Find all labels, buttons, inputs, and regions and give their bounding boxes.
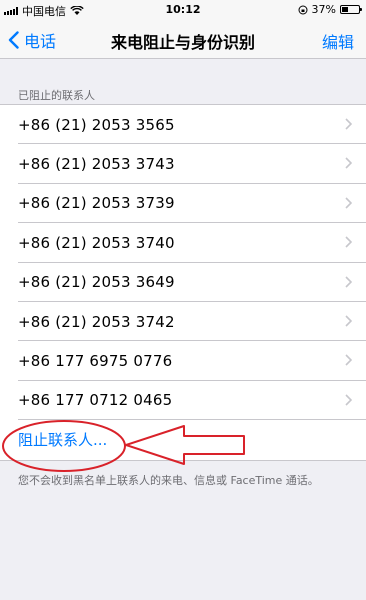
page-title: 来电阻止与身份识别 bbox=[110, 33, 255, 52]
contact-number: +86 (21) 2053 3740 bbox=[18, 233, 175, 252]
chevron-right-icon bbox=[345, 157, 352, 169]
chevron-right-icon bbox=[345, 275, 352, 288]
blocked-contacts-list: +86 (21) 2053 3565 +86 (21) 2053 3743 +8… bbox=[0, 104, 366, 461]
contact-number: +86 (21) 2053 3739 bbox=[18, 194, 175, 213]
contact-number: +86 (21) 2053 3649 bbox=[18, 273, 175, 292]
block-contact-button[interactable]: 阻止联系人... bbox=[18, 429, 107, 450]
contact-row[interactable]: +86 (21) 2053 3649 bbox=[0, 263, 366, 302]
navigation-bar: 电话 来电阻止与身份识别 编辑 bbox=[0, 20, 366, 59]
chevron-right-icon bbox=[345, 236, 352, 248]
footer-note: 您不会收到黑名单上联系人的来电、信息或 FaceTime 通话。 bbox=[18, 474, 319, 487]
battery-icon bbox=[340, 5, 362, 14]
contact-number: +86 (21) 2053 3565 bbox=[18, 115, 175, 134]
contact-row[interactable]: +86 (21) 2053 3739 bbox=[0, 184, 366, 224]
battery-percent: 37% bbox=[311, 3, 336, 16]
orientation-lock-icon bbox=[298, 5, 308, 14]
section-header: 已阻止的联系人 bbox=[18, 89, 95, 102]
edit-button[interactable]: 编辑 bbox=[322, 29, 354, 53]
contact-row[interactable]: +86 177 0712 0465 bbox=[0, 381, 366, 421]
contact-number: +86 (21) 2053 3743 bbox=[18, 155, 175, 174]
chevron-right-icon bbox=[345, 354, 352, 366]
contact-number: +86 177 0712 0465 bbox=[18, 391, 173, 410]
contact-row[interactable]: +86 (21) 2053 3565 bbox=[0, 105, 366, 145]
contact-row[interactable]: +86 (21) 2053 3742 bbox=[0, 302, 366, 342]
chevron-right-icon bbox=[345, 394, 352, 406]
contact-number: +86 (21) 2053 3742 bbox=[18, 312, 175, 331]
contact-row[interactable]: +86 (21) 2053 3743 bbox=[0, 144, 366, 184]
block-contact-row[interactable]: 阻止联系人... bbox=[0, 420, 366, 459]
status-right: 37% bbox=[298, 3, 362, 16]
contact-row[interactable]: +86 177 6975 0776 bbox=[0, 341, 366, 381]
status-bar: 中国电信 10:12 37% bbox=[0, 0, 366, 20]
chevron-right-icon bbox=[345, 197, 352, 209]
chevron-right-icon bbox=[345, 315, 352, 327]
contact-number: +86 177 6975 0776 bbox=[18, 352, 173, 371]
chevron-right-icon bbox=[345, 118, 352, 130]
contact-row[interactable]: +86 (21) 2053 3740 bbox=[0, 223, 366, 263]
